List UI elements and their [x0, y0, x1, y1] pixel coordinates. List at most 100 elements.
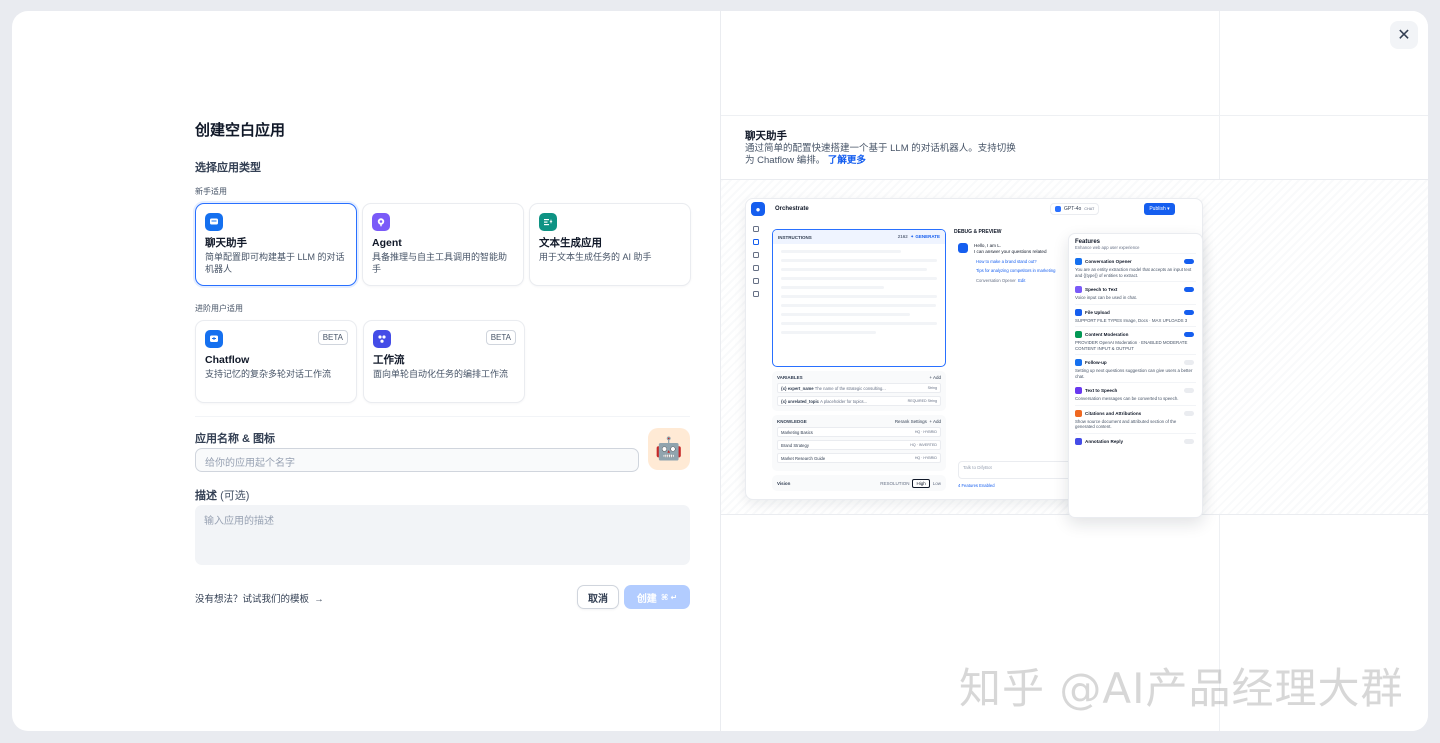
instructions-tools: 2162 ✦ GENERATE	[897, 234, 940, 239]
bot-logo-icon: ●	[751, 202, 765, 216]
mock-instructions: INSTRUCTIONS 2162 ✦ GENERATE	[772, 229, 946, 367]
placeholder-line	[781, 295, 937, 298]
feature-desc: You are an entity extraction model that …	[1075, 267, 1192, 278]
preview-title: 聊天助手	[745, 130, 787, 142]
mock-chat-input: Talk to DifyBot	[958, 461, 1074, 479]
robot-icon: 🤖	[655, 436, 683, 461]
feature-name: Speech to Text	[1085, 287, 1118, 292]
generate-label: GENERATE	[915, 234, 940, 239]
card-chat-assistant[interactable]: 聊天助手 简单配置即可构建基于 LLM 的对话机器人	[195, 203, 357, 286]
chat-bubble-icon	[205, 213, 223, 231]
card-workflow[interactable]: BETA 工作流 面向单轮自动化任务的编排工作流	[363, 320, 525, 403]
placeholder-line	[781, 304, 936, 307]
mock-features-panel: Features Enhance web app user experience…	[1068, 233, 1203, 518]
sidebar-icon	[753, 226, 759, 232]
feature-toggle	[1184, 309, 1194, 315]
resolution-high: High	[912, 478, 930, 488]
grid-line	[721, 115, 1428, 116]
var-type: String	[927, 386, 937, 390]
knowledge-name: Marketing Basics	[781, 429, 813, 435]
instructions-count: 2162	[897, 234, 908, 239]
app-name-input[interactable]: 给你的应用起个名字	[195, 448, 639, 472]
arrow-right-icon: →	[311, 594, 324, 605]
feature-item: Speech to Text Voice input can be used in…	[1075, 281, 1196, 304]
app-icon-picker[interactable]: 🤖	[648, 428, 690, 470]
feature-icon	[1075, 286, 1082, 293]
var-type: String	[927, 399, 937, 403]
create-app-dialog: 创建空白应用 选择应用类型 新手适用 聊天助手 简单配置即可构建基于 LLM 的…	[12, 11, 1428, 731]
workflow-icon	[373, 330, 391, 348]
app-type-label: 选择应用类型	[195, 162, 261, 174]
feature-item: Follow-up Setting up next questions sugge…	[1075, 354, 1196, 382]
card-name: Agent	[372, 237, 402, 249]
card-name: 文本生成应用	[539, 237, 602, 249]
description-textarea[interactable]: 输入应用的描述	[195, 505, 690, 565]
feature-item: File Upload SUPPORT FILE TYPES Image, Doc…	[1075, 303, 1196, 327]
feature-item: Text to Speech Conversation messages can …	[1075, 382, 1196, 405]
card-desc: 支持记忆的复杂多轮对话工作流	[205, 369, 332, 379]
sidebar-icon	[753, 239, 759, 245]
learn-more-link[interactable]: 了解更多	[828, 155, 866, 166]
card-desc: 简单配置即可构建基于 LLM 的对话机器人	[205, 252, 345, 274]
knowledge-label: KNOWLEDGE	[777, 419, 807, 424]
feature-name: Follow-up	[1085, 360, 1107, 365]
knowledge-row: Marketing Basics HQ · HYBRID	[777, 427, 941, 437]
feature-icon	[1075, 258, 1082, 265]
publish-label: Publish	[1149, 206, 1166, 212]
variables-label: VARIABLES	[777, 375, 803, 380]
close-icon: ✕	[1397, 27, 1411, 44]
bot-avatar-icon	[958, 243, 968, 253]
instructions-label: INSTRUCTIONS	[778, 234, 812, 240]
mock-sidebar	[746, 219, 766, 499]
create-button[interactable]: 创建 ⌘ ↵	[624, 585, 690, 609]
card-desc: 用于文本生成任务的 AI 助手	[539, 252, 652, 262]
feature-desc: Setting up next questions suggestion can…	[1075, 368, 1193, 379]
var-desc: A placeholder for topics...	[820, 398, 868, 404]
cancel-button[interactable]: 取消	[577, 585, 619, 609]
card-text-generation[interactable]: 文本生成应用 用于文本生成任务的 AI 助手	[529, 203, 691, 286]
feature-toggle	[1184, 410, 1194, 416]
feature-name: Content Moderation	[1085, 332, 1129, 337]
resolution-label: RESOLUTION	[880, 480, 910, 486]
features-subtitle: Enhance web app user experience	[1075, 245, 1140, 250]
optional-hint: (可选)	[220, 490, 250, 502]
mock-vision: Vision RESOLUTION High Low	[772, 475, 946, 491]
card-chatflow[interactable]: BETA Chatflow 支持记忆的复杂多轮对话工作流	[195, 320, 357, 403]
template-link[interactable]: 没有想法？试试我们的模板 →	[195, 591, 324, 605]
rerank-and-add: Rerank Settings + Add	[895, 419, 941, 424]
feature-desc: PROVIDER OpenAI Moderation · ENABLED MOD…	[1075, 340, 1188, 351]
sidebar-icon	[753, 265, 759, 271]
feature-icon	[1075, 409, 1082, 417]
description-placeholder: 输入应用的描述	[204, 516, 274, 527]
card-desc: 面向单轮自动化任务的编排工作流	[373, 369, 509, 379]
feature-name: File Upload	[1085, 309, 1110, 315]
app-name-placeholder: 给你的应用起个名字	[205, 458, 295, 469]
mock-model-name: GPT-4o	[1064, 206, 1082, 212]
feature-desc: Voice input can be used in chat.	[1075, 295, 1138, 300]
placeholder-line	[781, 259, 937, 262]
card-agent[interactable]: Agent 具备推理与自主工具调用的智能助手	[362, 203, 524, 286]
create-form: 创建空白应用 选择应用类型 新手适用 聊天助手 简单配置即可构建基于 LLM 的…	[12, 11, 720, 731]
vision-resolution: RESOLUTION High Low	[880, 478, 941, 488]
opener-label: Conversation Opener	[976, 278, 1016, 283]
feature-desc: Conversation messages can be converted t…	[1075, 396, 1179, 401]
rerank-label: Rerank Settings	[894, 419, 927, 424]
close-button[interactable]: ✕	[1390, 21, 1418, 49]
placeholder-line	[781, 268, 928, 271]
feature-name: Citations and Attributions	[1085, 410, 1142, 416]
placeholder-line	[781, 250, 902, 253]
add-knowledge: + Add	[929, 419, 941, 424]
feature-item: Conversation Opener You are an entity ext…	[1075, 253, 1196, 281]
beginner-group-label: 新手适用	[195, 187, 227, 196]
feature-toggle	[1184, 438, 1194, 444]
var-key: {x} unrelated_topic	[781, 398, 819, 404]
add-variable: + Add	[929, 375, 941, 380]
greeting-2: I can answer your questions related	[974, 249, 1047, 254]
placeholder-line	[781, 277, 937, 280]
card-desc: 具备推理与自主工具调用的智能助手	[372, 252, 508, 274]
card-name: 聊天助手	[205, 237, 247, 249]
knowledge-name: Market Research Guide	[781, 455, 826, 461]
var-tags: REQUIRED String	[908, 399, 937, 403]
feature-name: Annotation Reply	[1085, 438, 1124, 444]
feature-icon	[1075, 437, 1082, 445]
